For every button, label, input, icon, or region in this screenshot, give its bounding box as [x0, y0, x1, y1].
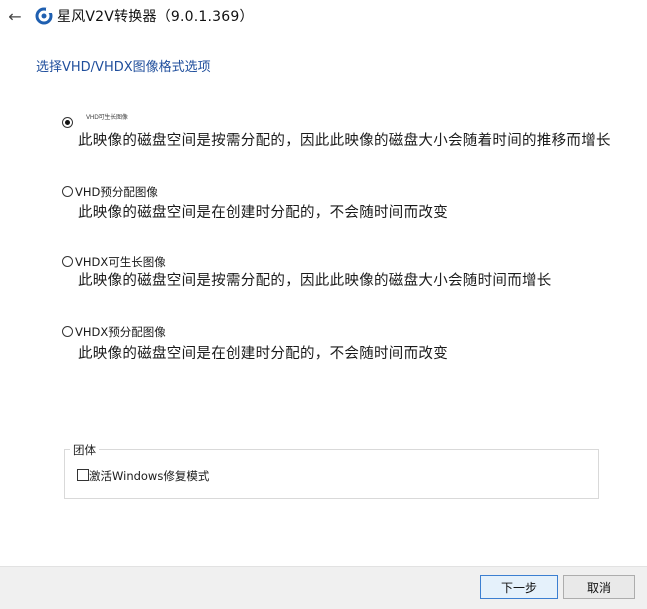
option-label: VHDX可生长图像 [75, 255, 166, 269]
radio-vhd-preallocated[interactable] [62, 186, 73, 197]
group-label: 团体 [70, 442, 99, 458]
option-description: 此映像的磁盘空间是按需分配的，因此此映像的磁盘大小会随着时间的推移而增长 [78, 133, 611, 149]
next-button[interactable]: 下一步 [480, 575, 558, 599]
windows-repair-mode-checkbox[interactable] [77, 469, 89, 481]
option-description: 此映像的磁盘空间是在创建时分配的，不会随时间而改变 [78, 346, 448, 362]
checkbox-label: 激活Windows修复模式 [89, 469, 210, 483]
section-title: 选择VHD/VHDX图像格式选项 [36, 60, 211, 75]
arrow-left-icon: ← [8, 6, 22, 26]
radio-vhdx-preallocated[interactable] [62, 326, 73, 337]
option-label: VHD可生长图像 [86, 114, 128, 121]
option-description: 此映像的磁盘空间是在创建时分配的，不会随时间而改变 [78, 205, 448, 221]
window-title: 星风V2V转换器（9.0.1.369） [57, 9, 254, 25]
back-button[interactable]: ← [4, 5, 26, 27]
option-label: VHD预分配图像 [75, 185, 158, 199]
title-bar: ← 星风V2V转换器（9.0.1.369） [0, 0, 647, 32]
option-description: 此映像的磁盘空间是按需分配的，因此此映像的磁盘大小会随时间而增长 [78, 273, 552, 289]
cancel-button[interactable]: 取消 [563, 575, 635, 599]
option-label: VHDX预分配图像 [75, 325, 166, 339]
radio-vhd-growable[interactable] [62, 117, 73, 128]
radio-vhdx-growable[interactable] [62, 256, 73, 267]
app-logo-icon [35, 7, 53, 25]
